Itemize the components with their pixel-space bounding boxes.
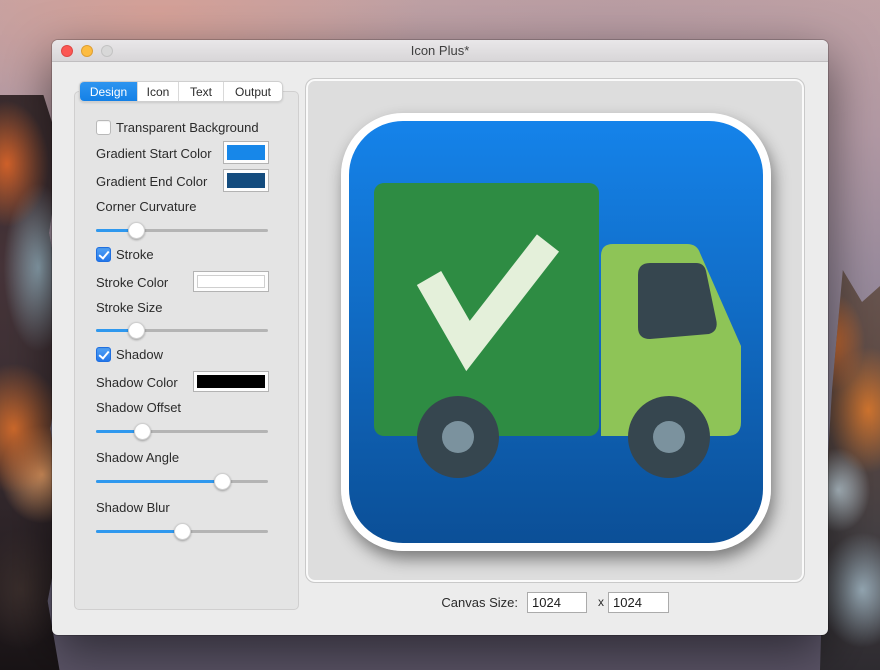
tab-design[interactable]: Design — [80, 82, 138, 101]
gradient-start-label: Gradient Start Color — [96, 146, 212, 161]
slider-thumb[interactable] — [174, 523, 191, 540]
stroke-color-row: Stroke Color — [96, 274, 168, 291]
shadow-angle-slider[interactable] — [96, 473, 268, 490]
stroke-checkbox[interactable] — [96, 247, 111, 262]
design-settings-panel: Transparent Background Gradient Start Co… — [74, 91, 299, 610]
slider-fill — [96, 480, 222, 483]
slider-thumb[interactable] — [213, 473, 231, 490]
shadow-offset-row: Shadow Offset — [96, 399, 181, 416]
stroke-label: Stroke — [116, 247, 154, 262]
stroke-row: Stroke — [96, 246, 154, 263]
gradient-start-color-well[interactable] — [223, 141, 269, 164]
canvas-size-separator: x — [598, 595, 604, 609]
icon-preview-pane — [305, 78, 805, 583]
shadow-blur-label: Shadow Blur — [96, 500, 170, 515]
shadow-blur-row: Shadow Blur — [96, 499, 170, 516]
shadow-angle-row: Shadow Angle — [96, 449, 179, 466]
stroke-size-row: Stroke Size — [96, 299, 162, 316]
stroke-color-swatch — [197, 275, 265, 288]
corner-curvature-row: Corner Curvature — [96, 198, 196, 215]
shadow-blur-slider[interactable] — [96, 523, 268, 540]
canvas-width-input[interactable] — [527, 592, 587, 613]
corner-curvature-slider[interactable] — [96, 222, 268, 239]
slider-thumb[interactable] — [127, 222, 145, 239]
transparent-background-row: Transparent Background — [96, 119, 259, 136]
transparent-background-checkbox[interactable] — [96, 120, 111, 135]
shadow-angle-label: Shadow Angle — [96, 450, 180, 465]
stroke-color-label: Stroke Color — [96, 275, 169, 290]
truck-hub-right — [653, 421, 685, 453]
truck-icon — [374, 183, 741, 478]
gradient-end-color-well[interactable] — [223, 169, 269, 192]
truck-hub-left — [442, 421, 474, 453]
gradient-end-row: Gradient End Color — [96, 173, 207, 190]
minimize-button[interactable] — [81, 45, 93, 57]
gradient-end-label: Gradient End Color — [96, 174, 208, 189]
titlebar[interactable]: Icon Plus* — [52, 40, 828, 62]
tab-icon[interactable]: Icon — [138, 82, 179, 101]
stroke-color-well[interactable] — [193, 271, 269, 292]
gradient-start-row: Gradient Start Color — [96, 145, 212, 162]
transparent-background-label: Transparent Background — [116, 120, 259, 135]
shadow-label: Shadow — [116, 347, 163, 362]
slider-thumb[interactable] — [127, 322, 145, 339]
canvas-size-label: Canvas Size: — [441, 595, 518, 610]
canvas-height-input[interactable] — [608, 592, 669, 613]
app-window: Icon Plus* Design Icon Text Output Trans… — [52, 40, 828, 635]
shadow-color-swatch — [197, 375, 265, 388]
window-title: Icon Plus* — [410, 43, 470, 58]
gradient-end-swatch — [227, 173, 265, 188]
tab-output[interactable]: Output — [224, 82, 282, 101]
shadow-color-row: Shadow Color — [96, 374, 178, 391]
shadow-offset-label: Shadow Offset — [96, 400, 182, 415]
app-icon — [341, 113, 771, 551]
truck-window — [638, 263, 717, 339]
tab-bar: Design Icon Text Output — [79, 81, 283, 102]
shadow-color-well[interactable] — [193, 371, 269, 392]
gradient-start-swatch — [227, 145, 265, 160]
slider-fill — [96, 530, 182, 533]
shadow-color-label: Shadow Color — [96, 375, 178, 390]
wallpaper-right-peak — [820, 270, 880, 670]
stroke-size-label: Stroke Size — [96, 300, 163, 315]
close-button[interactable] — [61, 45, 73, 57]
shadow-row: Shadow — [96, 346, 163, 363]
corner-curvature-label: Corner Curvature — [96, 199, 197, 214]
stroke-size-slider[interactable] — [96, 322, 268, 339]
shadow-offset-slider[interactable] — [96, 423, 268, 440]
shadow-checkbox[interactable] — [96, 347, 111, 362]
slider-thumb[interactable] — [134, 423, 152, 440]
tab-text[interactable]: Text — [179, 82, 224, 101]
zoom-button[interactable] — [101, 45, 113, 57]
